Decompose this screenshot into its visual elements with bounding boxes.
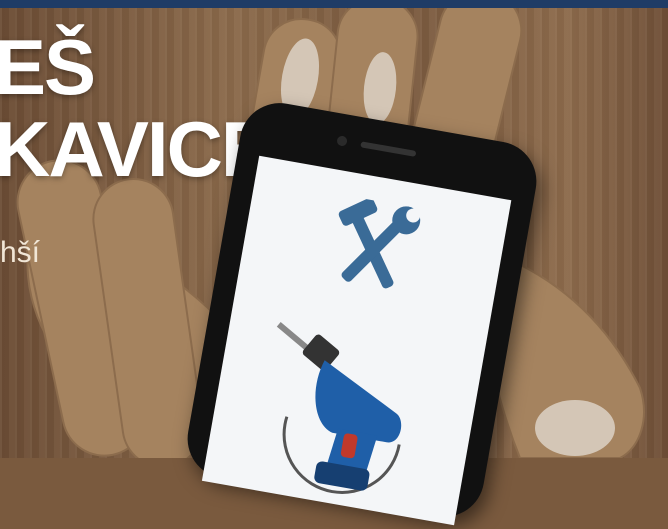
camera-icon [336, 135, 348, 147]
hammer-wrench-icon [338, 197, 421, 289]
headline-line-1: EŠ [0, 23, 96, 111]
phone-screen [201, 155, 512, 526]
smartphone [181, 96, 543, 526]
speaker-icon [360, 141, 417, 157]
drill-icon [276, 322, 402, 494]
top-bar [0, 0, 668, 8]
subheadline: hší [0, 236, 41, 269]
